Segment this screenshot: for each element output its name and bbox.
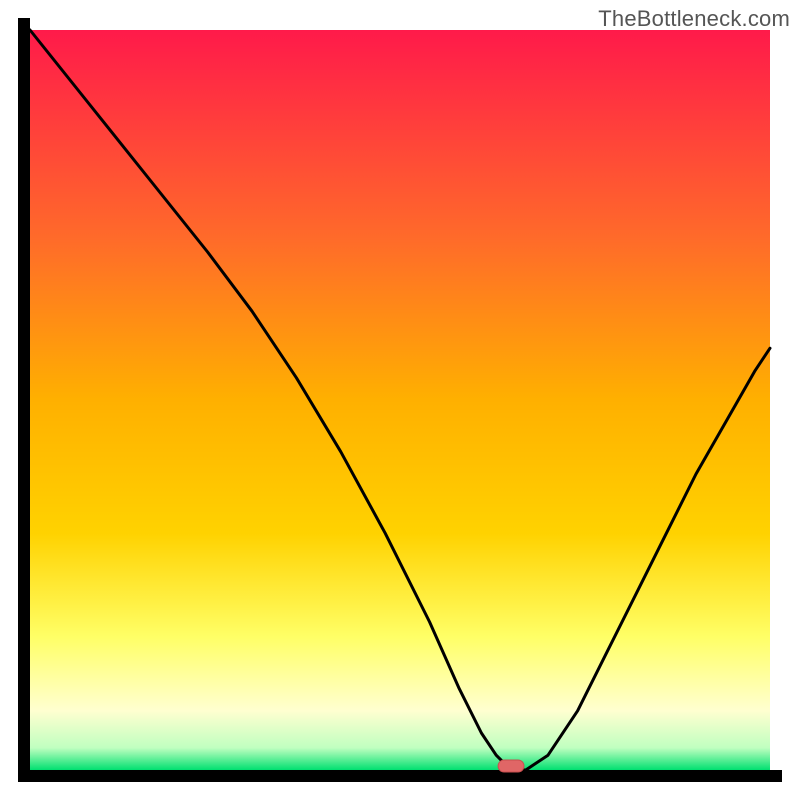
x-axis [18,770,782,782]
y-axis [18,18,30,782]
bottleneck-chart [0,0,800,800]
gradient-background [30,30,770,770]
optimum-marker [498,760,524,772]
